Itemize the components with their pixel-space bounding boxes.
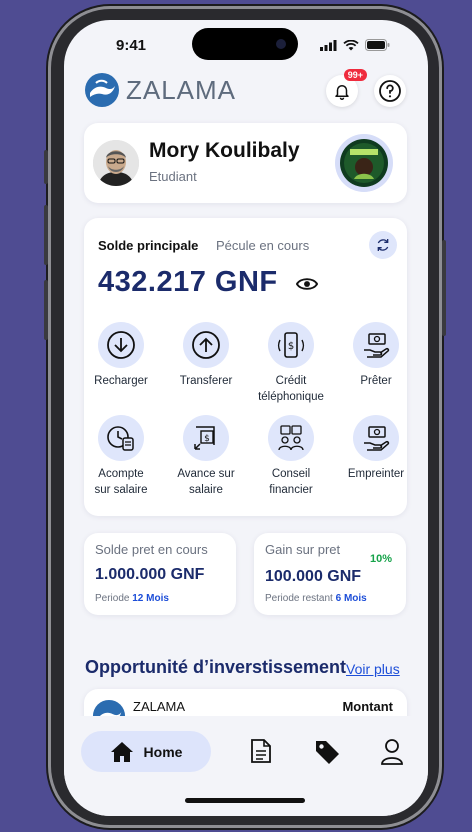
promo-image	[340, 139, 388, 187]
nav-home[interactable]: Home	[81, 731, 211, 772]
opportunity-amount-label: Montant	[342, 699, 393, 714]
section-title-opportunities: Opportunité d’inverstissement	[85, 657, 347, 677]
borrow-money-icon	[364, 426, 390, 451]
see-more-link[interactable]: Voir plus	[346, 661, 400, 677]
balance-card: Solde principale Pécule en cours 432.217…	[84, 218, 407, 516]
action-label: Avance sur salaire	[177, 468, 235, 496]
action-recharger[interactable]: Recharger	[79, 322, 163, 389]
brand-logo[interactable]: ZALAMA	[84, 72, 236, 108]
promo-badge[interactable]	[335, 134, 393, 192]
svg-text:$: $	[288, 341, 294, 352]
hand-money-icon	[364, 333, 390, 358]
nav-home-label: Home	[143, 743, 183, 760]
help-button[interactable]	[374, 75, 406, 107]
battery-icon	[365, 39, 390, 51]
refresh-icon	[377, 239, 389, 251]
action-preter[interactable]: Prêter	[334, 322, 418, 389]
bell-icon	[335, 85, 349, 100]
tab-main-balance[interactable]: Solde principale	[98, 238, 198, 253]
brand-name: ZALAMA	[126, 74, 237, 105]
bottom-nav: Home	[64, 716, 428, 816]
action-label: Recharger	[94, 375, 148, 387]
action-transferer[interactable]: Transferer	[164, 322, 248, 389]
wifi-icon	[343, 39, 359, 50]
action-label: Prêter	[360, 375, 392, 387]
help-icon	[379, 80, 401, 102]
action-empreinter[interactable]: Empreinter	[334, 415, 418, 482]
phone-side-button	[44, 150, 48, 184]
upload-circle-icon	[192, 331, 220, 359]
gain-period: Periode restant 6 Mois	[265, 593, 367, 604]
gain-percent: 10%	[369, 553, 392, 565]
user-role: Etudiant	[149, 169, 197, 184]
notification-badge: 99+	[343, 69, 367, 81]
action-avance-salaire[interactable]: $ Avance sur salaire	[164, 415, 248, 498]
dynamic-island	[192, 28, 298, 60]
tab-pecule[interactable]: Pécule en cours	[216, 238, 309, 253]
home-indicator	[185, 798, 305, 803]
phone-volume-down	[44, 280, 48, 340]
eye-icon[interactable]	[296, 276, 318, 292]
loan-balance-card[interactable]: Solde pret en cours 1.000.000 GNF Period…	[84, 533, 236, 615]
profile-icon[interactable]	[380, 738, 404, 766]
svg-text:$: $	[204, 434, 210, 444]
phone-volume-up	[44, 205, 48, 265]
avatar[interactable]	[93, 140, 139, 186]
status-icons	[320, 39, 390, 51]
status-time: 9:41	[116, 37, 147, 54]
action-label: Transferer	[179, 375, 233, 387]
zalama-logo-icon	[85, 73, 119, 107]
clock-salary-icon	[107, 426, 134, 451]
app-header: ZALAMA 99+	[84, 69, 410, 112]
phone-power-button	[442, 240, 446, 336]
action-label: Crédit téléphonique	[258, 375, 324, 403]
refresh-button[interactable]	[369, 231, 397, 259]
user-name: Mory Koulibaly	[149, 139, 300, 162]
loan-gain-card[interactable]: Gain sur pret 10% 100.000 GNF Periode re…	[254, 533, 406, 615]
loan-title: Solde pret en cours	[95, 542, 208, 557]
salary-advance-icon: $	[194, 426, 215, 450]
action-label: Conseil financier	[269, 468, 313, 496]
phone-credit-icon: $	[277, 332, 305, 358]
gain-title: Gain sur pret	[265, 542, 341, 557]
balance-amount: 432.217 GNF	[98, 266, 278, 298]
opportunity-name: ZALAMA	[133, 699, 186, 714]
tag-icon[interactable]	[313, 738, 341, 766]
profile-card[interactable]: Mory Koulibaly Etudiant	[84, 123, 407, 203]
action-conseil-financier[interactable]: Conseil financier	[249, 415, 333, 498]
notifications-button[interactable]: 99+	[326, 69, 367, 107]
home-icon	[110, 741, 133, 762]
user-photo	[93, 140, 139, 186]
action-acompte[interactable]: Acompte sur salaire	[79, 415, 163, 498]
advisor-icon	[278, 425, 304, 451]
app-screen: 9:41 ZALAMA 99+ Mory Koulibaly Etudiant …	[64, 20, 428, 816]
action-credit-telephonique[interactable]: $ Crédit téléphonique	[249, 322, 333, 405]
document-icon[interactable]	[250, 738, 272, 764]
cellular-icon	[320, 39, 337, 51]
action-label: Empreinter	[347, 468, 405, 480]
loan-period: Periode 12 Mois	[95, 593, 169, 604]
action-label: Acompte sur salaire	[94, 468, 148, 496]
download-circle-icon	[107, 331, 135, 359]
gain-amount: 100.000 GNF	[265, 568, 362, 585]
loan-amount: 1.000.000 GNF	[95, 566, 205, 583]
